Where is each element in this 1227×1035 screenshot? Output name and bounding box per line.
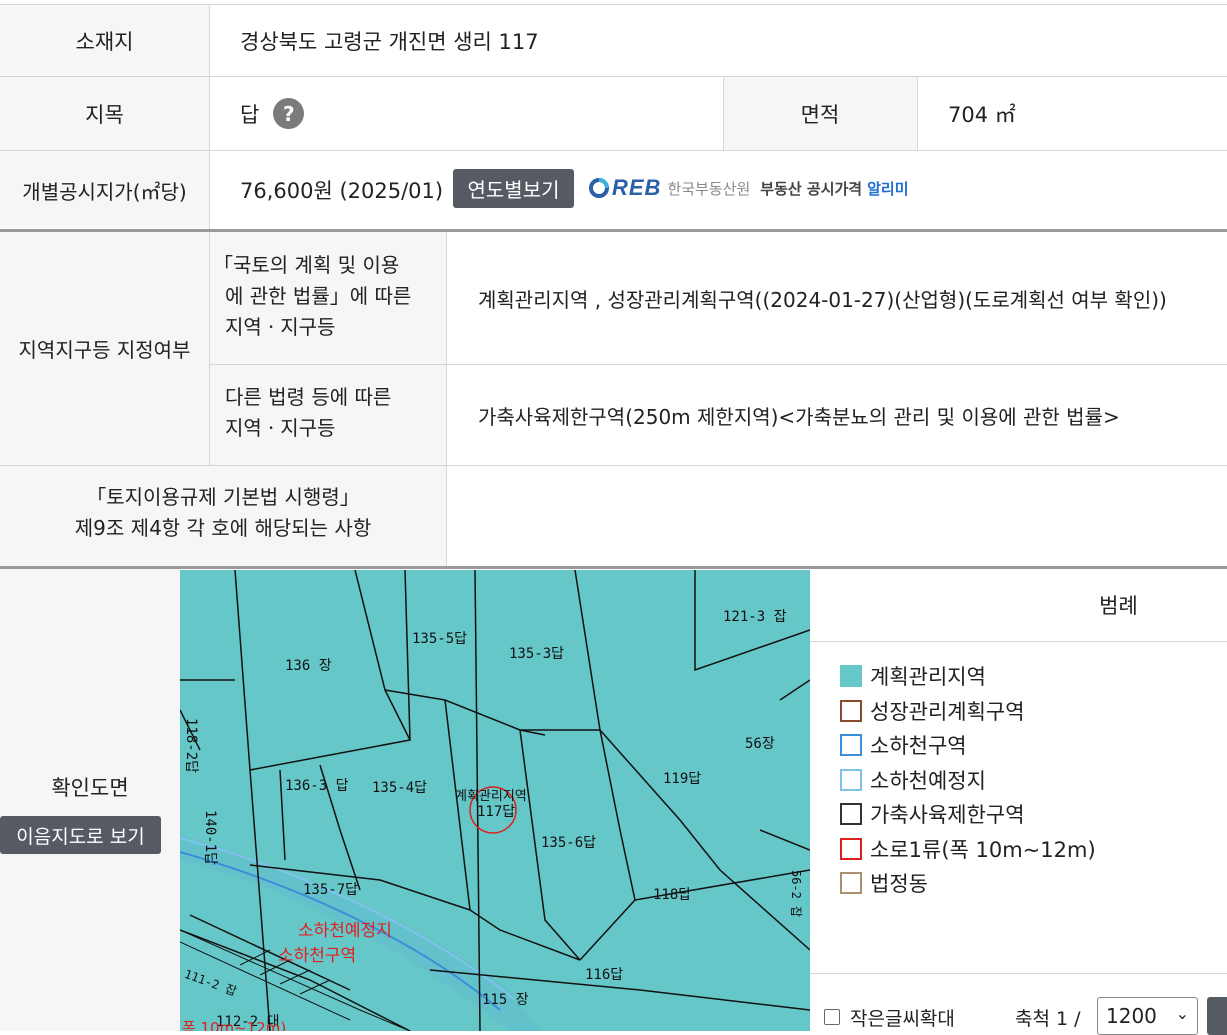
parcel-label: 56장	[745, 736, 775, 752]
legend-item: 계획관리지역	[840, 661, 986, 691]
zoning-national-line: 지역ㆍ지구등	[225, 315, 336, 339]
by-year-button[interactable]: 연도별보기	[453, 169, 574, 208]
map-section-label: 확인도면	[51, 776, 129, 800]
land-category-label: 지목	[85, 102, 124, 127]
regulation-label: 「토지이용규제 기본법 시행령」 제9조 제4항 각 호에 해당되는 사항	[0, 482, 446, 544]
zoning-national-value: 계획관리지역 , 성장관리계획구역((2024-01-27)(산업형)(도로계획…	[478, 287, 1167, 312]
zoning-other-line: 다른 법령 등에 따른	[225, 385, 392, 409]
enlarge-text-checkbox[interactable]	[824, 1009, 840, 1025]
parcel-label: 140-1답	[202, 810, 218, 866]
parcel-map[interactable]: 121-3 잡 135-5답 135-3답 136 장 56장 118-2답 1…	[180, 570, 810, 1031]
parcel-label: 119답	[663, 771, 702, 787]
parcel-label: 121-3 잡	[723, 609, 787, 625]
area-label: 면적	[800, 102, 840, 127]
land-category-value: 답	[240, 102, 260, 127]
enlarge-text-label: 작은글씨확대	[850, 1007, 955, 1030]
legend-label: 소로1류(폭 10m~12m)	[870, 838, 1096, 862]
legend-item: 소하천예정지	[840, 765, 986, 795]
stream-planned-label: 소하천예정지	[298, 921, 392, 941]
parcel-label: 118-2답	[183, 718, 199, 774]
view-in-map-button[interactable]: 이음지도로 보기	[0, 816, 161, 854]
regulation-line: 「토지이용규제 기본법 시행령」	[86, 485, 360, 509]
legend-swatch	[840, 838, 862, 860]
reb-logo-text: REB	[612, 175, 662, 200]
legend-label: 계획관리지역	[870, 665, 986, 689]
legend-item: 성장관리계획구역	[840, 696, 1025, 726]
scale-label: 축척 1 /	[1015, 1007, 1081, 1030]
legend-swatch	[840, 872, 862, 894]
legend-title: 범례	[1099, 594, 1138, 618]
legend-label: 가축사육제한구역	[870, 803, 1025, 827]
legend-swatch	[840, 665, 862, 687]
price-value: 76,600원 (2025/01)	[240, 179, 444, 203]
legend-item: 소로1류(폭 10m~12m)	[840, 834, 1096, 864]
legend-label: 소하천구역	[870, 734, 967, 758]
scale-select[interactable]: 1200 ⌄	[1097, 997, 1198, 1035]
legend-swatch	[840, 734, 862, 756]
land-category-cell: 답 ?	[240, 77, 305, 150]
parcel-label: 136-3 답	[285, 778, 349, 794]
legend-item: 가축사육제한구역	[840, 799, 1025, 829]
zoning-other-label: 다른 법령 등에 따른 지역ㆍ지구등	[225, 382, 445, 444]
parcel-label: 135-4답	[372, 780, 428, 796]
legend-item: 법정동	[840, 868, 928, 898]
legend-swatch	[840, 769, 862, 791]
reb-notice-link[interactable]: REB 한국부동산원 부동산 공시가격 알리미	[588, 172, 909, 204]
legend-label: 소하천예정지	[870, 769, 986, 793]
legend-item: 소하천구역	[840, 730, 967, 760]
parcel-label: 135-3답	[509, 646, 565, 662]
notice-suffix: 알리미	[867, 179, 909, 198]
location-label: 소재지	[75, 29, 134, 54]
chevron-down-icon: ⌄	[1175, 1004, 1189, 1023]
parcel-label: 115 장	[482, 992, 529, 1008]
enlarge-text-control[interactable]: 작은글씨확대	[824, 1000, 955, 1034]
regulation-line: 제9조 제4항 각 호에 해당되는 사항	[74, 516, 372, 540]
parcel-label: 135-5답	[412, 631, 468, 647]
legend-label: 법정동	[870, 872, 928, 896]
legend-swatch	[840, 803, 862, 825]
parcel-label: 135-7답	[303, 882, 359, 898]
zoning-national-line: 「국토의 계획 및 이용	[213, 253, 400, 277]
reb-logo-icon	[589, 178, 609, 198]
parcel-label: 116답	[585, 967, 624, 983]
zoning-label: 지역지구등 지정여부	[18, 338, 191, 362]
location-value: 경상북도 고령군 개진면 생리 117	[240, 29, 539, 54]
parcel-label: 118답	[653, 887, 692, 903]
help-icon[interactable]: ?	[273, 98, 305, 129]
parcel-label: 136 장	[285, 658, 332, 674]
price-label: 개별공시지가(㎡당)	[22, 179, 187, 204]
scale-select-value: 1200	[1106, 1004, 1157, 1028]
zoning-national-line: 에 관한 법률」에 따른	[225, 284, 412, 308]
scale-apply-button[interactable]	[1207, 997, 1227, 1035]
road-width-label: (폭 10m~12m)	[180, 1019, 287, 1031]
parcel-label: 56-2 잡	[789, 870, 803, 918]
reb-org-name: 한국부동산원	[667, 179, 751, 198]
notice-prefix: 부동산 공시가격	[760, 179, 863, 198]
parcel-label: 135-6답	[541, 835, 597, 851]
zoning-other-line: 지역ㆍ지구등	[225, 416, 336, 440]
zoning-other-value: 가축사육제한구역(250m 제한지역)<가축분뇨의 관리 및 이용에 관한 법률…	[478, 404, 1120, 429]
legend-swatch	[840, 700, 862, 722]
legend-label: 성장관리계획구역	[870, 700, 1025, 724]
stream-zone-label: 소하천구역	[278, 946, 357, 966]
area-value: 704 ㎡	[948, 102, 1016, 127]
zoning-national-label: 「국토의 계획 및 이용 에 관한 법률」에 따른 지역ㆍ지구등	[213, 250, 443, 343]
parcel-label: 117답	[477, 804, 516, 820]
